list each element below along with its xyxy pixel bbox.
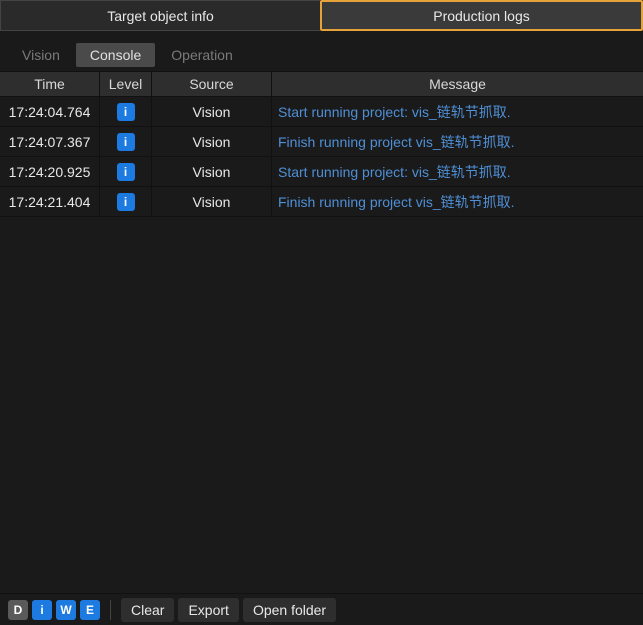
footer-separator [110,600,111,620]
clear-button[interactable]: Clear [121,598,174,622]
cell-message: Finish running project vis_链轨节抓取. [272,187,643,216]
table-row[interactable]: 17:24:04.764 i VisionStart running project… [0,97,643,127]
top-tabs: Target object info Production logs [0,0,643,31]
cell-level: i [100,127,152,156]
table-row[interactable]: 17:24:20.925 i VisionStart running project… [0,157,643,187]
cell-time: 17:24:21.404 [0,187,100,216]
filter-debug-button[interactable]: D [8,600,28,620]
cell-level: i [100,157,152,186]
open-folder-button[interactable]: Open folder [243,598,336,622]
log-table-body[interactable]: 17:24:04.764iVisionStart running project… [0,97,643,593]
table-row[interactable]: 17:24:07.367 i VisionFinish running projec… [0,127,643,157]
cell-source: Vision [152,97,272,126]
info-icon: i [117,163,135,181]
cell-source: Vision [152,157,272,186]
footer-bar: D i W E Clear Export Open folder [0,593,643,625]
filter-warning-button[interactable]: W [56,600,76,620]
cell-message: Start running project: vis_链轨节抓取. [272,157,643,186]
log-table-header: Time Level Source Message [0,71,643,97]
column-source[interactable]: Source [152,72,272,96]
cell-level: i [100,97,152,126]
export-button[interactable]: Export [178,598,238,622]
subtab-console[interactable]: Console [76,43,155,67]
cell-source: Vision [152,187,272,216]
cell-time: 17:24:04.764 [0,97,100,126]
column-level[interactable]: Level [100,72,152,96]
cell-message: Finish running project vis_链轨节抓取. [272,127,643,156]
column-message[interactable]: Message [272,72,643,96]
cell-message: Start running project: vis_链轨节抓取. [272,97,643,126]
subtab-vision[interactable]: Vision [8,43,74,67]
cell-source: Vision [152,127,272,156]
sub-tabs: Vision Console Operation [0,39,643,67]
cell-level: i [100,187,152,216]
info-icon: i [117,133,135,151]
info-icon: i [117,103,135,121]
column-time[interactable]: Time [0,72,100,96]
filter-error-button[interactable]: E [80,600,100,620]
table-row[interactable]: 17:24:21.404 i VisionFinish running projec… [0,187,643,217]
cell-time: 17:24:07.367 [0,127,100,156]
tab-target-object-info[interactable]: Target object info [0,0,320,31]
tab-production-logs[interactable]: Production logs [320,0,643,31]
subtab-operation[interactable]: Operation [157,43,246,67]
filter-info-button[interactable]: i [32,600,52,620]
info-icon: i [117,193,135,211]
cell-time: 17:24:20.925 [0,157,100,186]
